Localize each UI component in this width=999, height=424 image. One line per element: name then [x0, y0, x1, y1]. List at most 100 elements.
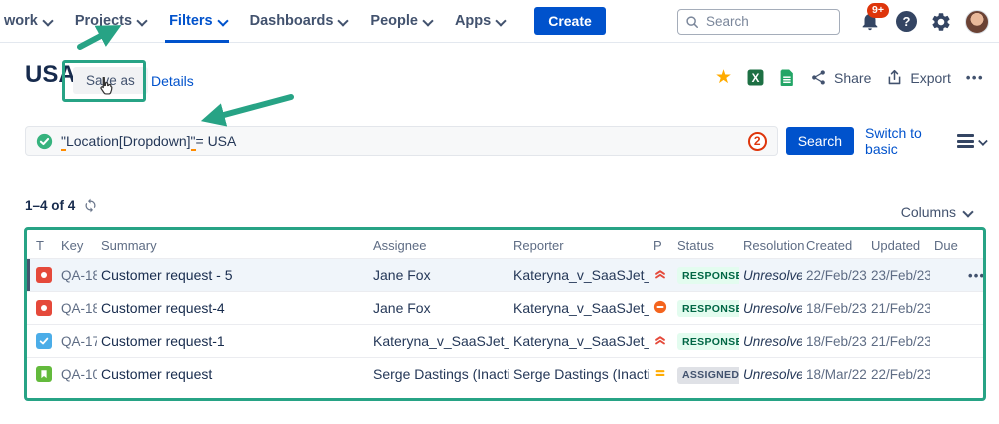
chevron-down-icon [979, 137, 987, 145]
share-icon [810, 69, 827, 86]
issue-updated: 21/Feb/23 [867, 292, 930, 325]
issue-assignee: Kateryna_v_SaaSJet_ [369, 325, 509, 358]
more-actions-button[interactable]: ••• [966, 70, 984, 85]
view-options-button[interactable] [957, 134, 987, 148]
table-row[interactable]: QA-183 Customer request - 5 Jane Fox Kat… [27, 259, 983, 292]
jql-input[interactable]: "Location[Dropdown]"= USA 2 [25, 126, 778, 156]
hamburger-icon [957, 134, 974, 148]
notifications-button[interactable]: 9+ [859, 10, 883, 34]
sheets-export-button[interactable] [779, 69, 795, 86]
jql-search-button[interactable]: Search [786, 127, 854, 155]
columns-dropdown[interactable]: Columns [901, 204, 972, 220]
issue-summary[interactable]: Customer request [97, 358, 369, 391]
table-row[interactable]: QA-10 Customer request Serge Dastings (I… [27, 358, 983, 391]
col-header-resolution[interactable]: Resolution [739, 230, 802, 259]
col-header-reporter[interactable]: Reporter [509, 230, 649, 259]
issue-created: 18/Feb/23 [802, 325, 867, 358]
issues-table: T Key Summary Assignee Reporter P Status… [27, 230, 983, 391]
issue-updated: 21/Feb/23 [867, 325, 930, 358]
svg-text:X: X [752, 72, 760, 85]
chevron-down-icon [496, 17, 505, 26]
sheets-icon [779, 69, 795, 86]
export-button[interactable]: Export [886, 69, 950, 86]
search-icon [685, 15, 699, 29]
header-actions: ★ X Share Export ••• [715, 68, 984, 87]
nav-item-filters[interactable]: Filters [169, 0, 227, 43]
table-row[interactable]: QA-181 Customer request-4 Jane Fox Kater… [27, 292, 983, 325]
page-title: USA [25, 61, 76, 89]
issue-summary[interactable]: Customer request - 5 [97, 259, 369, 292]
issue-summary[interactable]: Customer request-4 [97, 292, 369, 325]
valid-check-icon [36, 133, 53, 150]
gear-icon [930, 11, 952, 33]
nav-item-projects[interactable]: Projects [75, 0, 146, 43]
bug-type-icon [36, 300, 52, 316]
nav-item-apps[interactable]: Apps [455, 0, 505, 43]
nav-item-people[interactable]: People [370, 0, 432, 43]
share-button[interactable]: Share [810, 69, 871, 86]
col-header-type[interactable]: T [27, 230, 57, 259]
row-more-actions-button[interactable]: ••• [968, 268, 983, 283]
share-label: Share [834, 70, 871, 86]
col-header-due[interactable]: Due [930, 230, 964, 259]
issue-summary[interactable]: Customer request-1 [97, 325, 369, 358]
issue-updated: 23/Feb/23 [867, 259, 930, 292]
issue-due [930, 292, 964, 325]
save-as-button[interactable]: Save as [73, 67, 148, 94]
status-badge: RESPONSE [677, 333, 739, 350]
status-badge: RESPONSE [677, 267, 739, 284]
issue-updated: 22/Feb/23 [867, 358, 930, 391]
nav-item-label: Dashboards [250, 13, 334, 29]
switch-to-basic-link[interactable]: Switch to basic [865, 125, 957, 157]
jql-rest: = USA [196, 133, 237, 149]
issue-resolution: Unresolved [739, 325, 802, 358]
settings-button[interactable] [930, 11, 952, 33]
favorite-star-icon[interactable]: ★ [715, 68, 732, 87]
help-button[interactable]: ? [896, 11, 917, 32]
nav-right-cluster: 9+ ? [677, 0, 989, 43]
refresh-icon[interactable] [83, 198, 98, 213]
nav-item-label: People [370, 13, 418, 29]
results-count: 1–4 of 4 [25, 198, 98, 213]
notification-count-badge: 9+ [867, 3, 889, 19]
jql-bar: "Location[Dropdown]"= USA 2 Search Switc… [25, 126, 987, 156]
nav-item-label: Apps [455, 13, 491, 29]
export-icon [886, 69, 903, 86]
issue-key[interactable]: QA-181 [57, 292, 97, 325]
nav-item-dashboards[interactable]: Dashboards [250, 0, 348, 43]
col-header-created[interactable]: Created [802, 230, 867, 259]
nav-item-work[interactable]: work [4, 0, 52, 43]
col-header-assignee[interactable]: Assignee [369, 230, 509, 259]
table-row[interactable]: QA-178 Customer request-1 Kateryna_v_Saa… [27, 325, 983, 358]
error-count-badge[interactable]: 2 [748, 132, 767, 151]
issue-resolution: Unresolved [739, 358, 802, 391]
create-button[interactable]: Create [534, 7, 606, 35]
chevron-down-icon [963, 208, 972, 217]
issue-assignee: Serge Dastings (Inactive) [369, 358, 509, 391]
issue-due [930, 259, 964, 292]
status-badge: ASSIGNED [677, 367, 739, 384]
issue-key[interactable]: QA-10 [57, 358, 97, 391]
bug-type-icon [36, 267, 52, 283]
col-header-updated[interactable]: Updated [867, 230, 930, 259]
jql-field: Location[Dropdown] [66, 133, 191, 149]
user-avatar[interactable] [965, 10, 989, 34]
chevron-down-icon [218, 17, 227, 26]
col-header-status[interactable]: Status [673, 230, 739, 259]
issue-key[interactable]: QA-183 [57, 259, 97, 292]
col-header-key[interactable]: Key [57, 230, 97, 259]
issue-created: 18/Feb/23 [802, 292, 867, 325]
priority-high-icon [653, 267, 667, 281]
export-label: Export [910, 70, 950, 86]
col-header-priority[interactable]: P [649, 230, 673, 259]
priority-blocker-icon [653, 300, 667, 314]
issue-reporter: Serge Dastings (Inactive) [509, 358, 649, 391]
results-count-text: 1–4 of 4 [25, 198, 75, 213]
nav-search-input[interactable] [677, 9, 840, 35]
issue-due [930, 358, 964, 391]
col-header-summary[interactable]: Summary [97, 230, 369, 259]
excel-export-button[interactable]: X [747, 69, 764, 86]
issue-key[interactable]: QA-178 [57, 325, 97, 358]
columns-label: Columns [901, 204, 956, 220]
details-link[interactable]: Details [151, 73, 194, 89]
